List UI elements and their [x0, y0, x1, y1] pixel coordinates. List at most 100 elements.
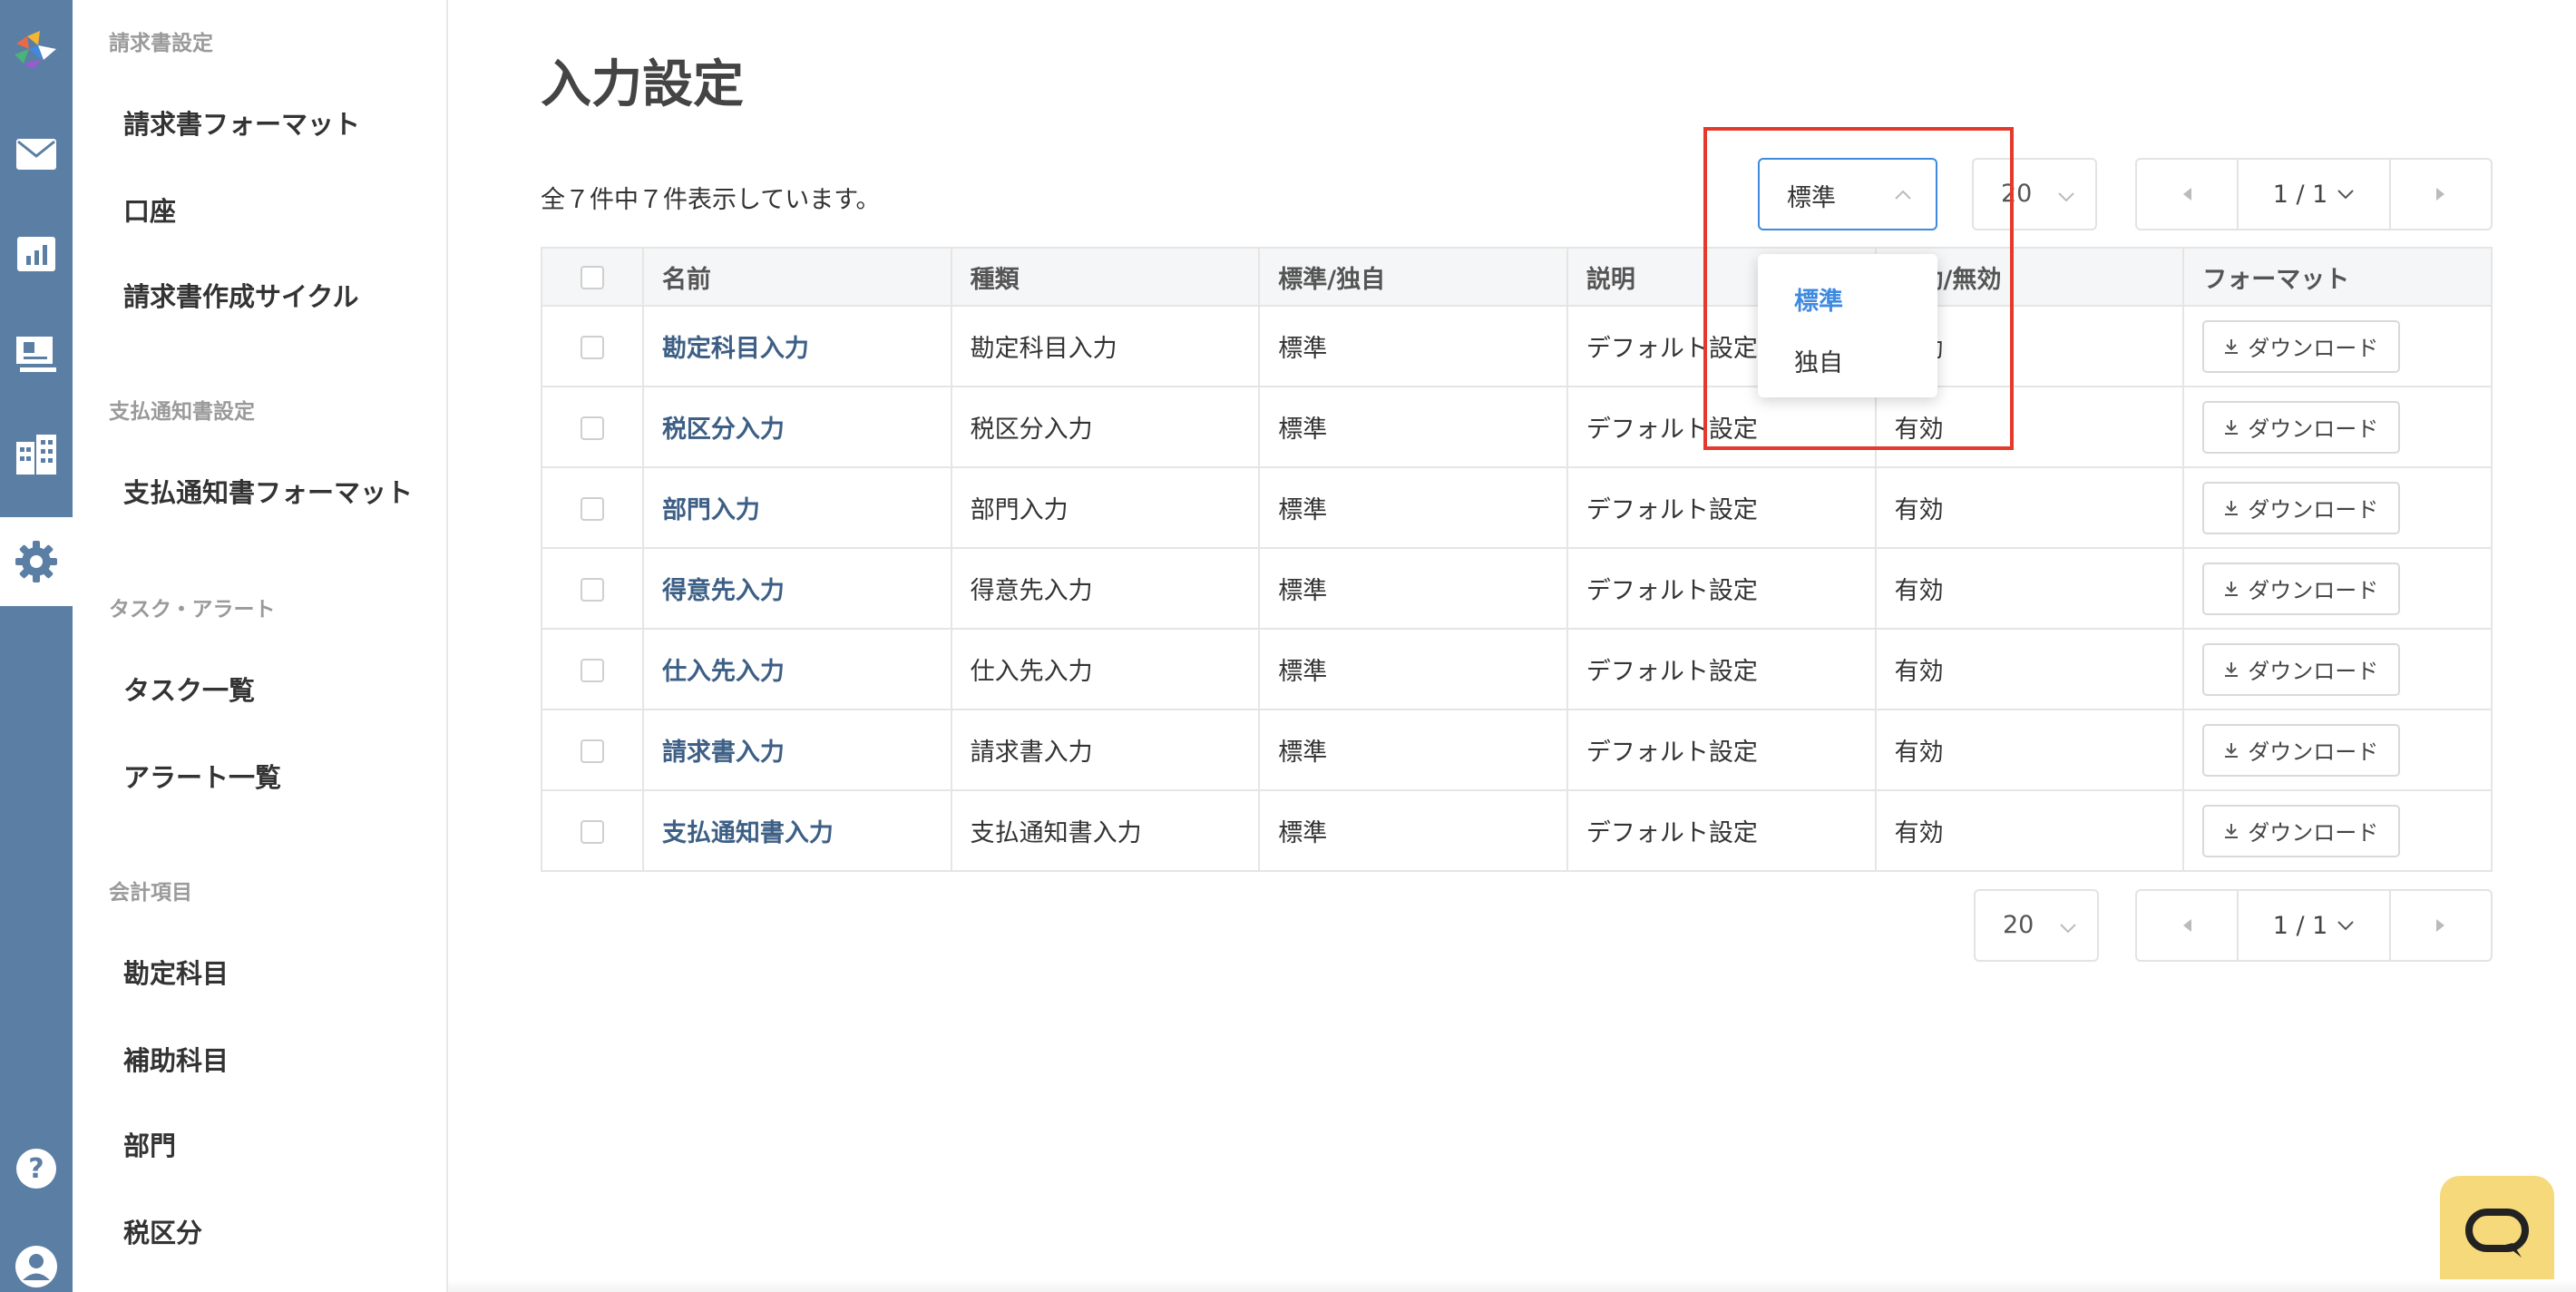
page-select[interactable]: 1 / 1 — [2237, 891, 2391, 960]
table-row: 支払通知書入力 支払通知書入力 標準 デフォルト設定 有効 ダウンロード — [541, 789, 2493, 872]
type-filter-value: 標準 — [1787, 184, 1836, 212]
bottom-edge — [448, 1279, 2576, 1292]
row-status: 有効 — [1874, 386, 2185, 468]
download-label: ダウンロード — [2248, 578, 2379, 603]
page-select[interactable]: 1 / 1 — [2237, 160, 2391, 229]
caret-right-icon — [2436, 919, 2444, 932]
header-select-all[interactable] — [541, 247, 644, 307]
row-checkbox-cell[interactable] — [541, 709, 644, 791]
row-status: 有効 — [1874, 709, 2185, 791]
table-header-row: 名前 種類 標準/独自 説明 有効/無効 フォーマット — [541, 247, 2493, 307]
page-size-select-top[interactable]: 20 — [1972, 158, 2097, 230]
download-button[interactable]: ダウンロード — [2202, 562, 2401, 615]
sidebar-item-account-titles[interactable]: 勘定科目 — [123, 953, 229, 991]
sidebar-item-departments[interactable]: 部門 — [123, 1125, 176, 1163]
user-icon[interactable] — [0, 1230, 73, 1292]
help-icon[interactable]: ? — [0, 1132, 73, 1205]
row-checkbox[interactable] — [580, 496, 604, 521]
prev-page-button[interactable] — [2137, 891, 2237, 960]
table-row: 税区分入力 税区分入力 標準 デフォルト設定 有効 ダウンロード — [541, 386, 2493, 468]
prev-page-button[interactable] — [2137, 160, 2237, 229]
caret-left-icon — [2183, 919, 2191, 932]
sidebar-item-invoice-cycle[interactable]: 請求書作成サイクル — [123, 276, 359, 314]
download-button[interactable]: ダウンロード — [2202, 804, 2401, 857]
header-name: 名前 — [641, 247, 952, 307]
sidebar-item-tax-categories[interactable]: 税区分 — [123, 1212, 202, 1250]
sidebar-item-invoice-format[interactable]: 請求書フォーマット — [123, 103, 360, 142]
row-name-link[interactable]: 部門入力 — [641, 466, 952, 549]
row-checkbox-cell[interactable] — [541, 466, 644, 549]
app-logo[interactable] — [0, 13, 73, 85]
header-format: フォーマット — [2182, 247, 2493, 307]
download-button[interactable]: ダウンロード — [2202, 642, 2401, 696]
gear-icon[interactable] — [0, 517, 73, 606]
header-type: 種類 — [950, 247, 1261, 307]
row-checkbox[interactable] — [580, 658, 604, 682]
building-icon[interactable] — [0, 417, 73, 490]
row-type: 部門入力 — [950, 466, 1261, 549]
row-type: 仕入先入力 — [950, 628, 1261, 710]
row-checkbox[interactable] — [580, 739, 604, 763]
chevron-down-icon — [2337, 190, 2355, 200]
download-icon — [2225, 419, 2239, 435]
row-status: 有効 — [1874, 547, 2185, 630]
row-checkbox[interactable] — [580, 416, 604, 440]
row-name-link[interactable]: 得意先入力 — [641, 547, 952, 630]
row-checkbox[interactable] — [580, 577, 604, 602]
download-icon — [2225, 338, 2239, 354]
header-standard-custom: 標準/独自 — [1258, 247, 1568, 307]
sidebar-item-alert-list[interactable]: アラート一覧 — [123, 757, 281, 795]
page-indicator: 1 / 1 — [2272, 180, 2328, 209]
row-checkbox-cell[interactable] — [541, 789, 644, 872]
select-all-checkbox[interactable] — [580, 266, 604, 289]
sidebar-item-payment-notice-format[interactable]: 支払通知書フォーマット — [123, 472, 413, 510]
row-checkbox-cell[interactable] — [541, 305, 644, 387]
download-label: ダウンロード — [2248, 416, 2379, 442]
document-icon[interactable] — [0, 318, 73, 390]
download-label: ダウンロード — [2248, 497, 2379, 523]
row-name-link[interactable]: 仕入先入力 — [641, 628, 952, 710]
next-page-button[interactable] — [2391, 160, 2491, 229]
row-checkbox[interactable] — [580, 335, 604, 359]
dropdown-option-custom[interactable]: 独自 — [1794, 343, 1843, 378]
row-description: デフォルト設定 — [1566, 386, 1877, 468]
sidebar-item-task-list[interactable]: タスク一覧 — [123, 670, 255, 708]
sidebar-item-sub-accounts[interactable]: 補助科目 — [123, 1040, 229, 1078]
row-name-link[interactable]: 請求書入力 — [641, 709, 952, 791]
row-standard-custom: 標準 — [1258, 305, 1568, 387]
row-standard-custom: 標準 — [1258, 789, 1568, 872]
download-button[interactable]: ダウンロード — [2202, 319, 2401, 373]
chart-icon[interactable] — [0, 218, 73, 290]
chevron-down-icon — [2057, 189, 2075, 206]
row-name-link[interactable]: 税区分入力 — [641, 386, 952, 468]
row-format-cell: ダウンロード — [2182, 628, 2493, 710]
row-name-link[interactable]: 勘定科目入力 — [641, 305, 952, 387]
page-size-select-bottom[interactable]: 20 — [1974, 889, 2099, 962]
row-checkbox-cell[interactable] — [541, 547, 644, 630]
row-description: デフォルト設定 — [1566, 628, 1877, 710]
icon-rail: ? — [0, 0, 73, 1292]
download-button[interactable]: ダウンロード — [2202, 400, 2401, 454]
download-button[interactable]: ダウンロード — [2202, 723, 2401, 777]
pagination-bottom: 1 / 1 — [2135, 889, 2493, 962]
row-status: 有効 — [1874, 628, 2185, 710]
row-standard-custom: 標準 — [1258, 466, 1568, 549]
row-checkbox-cell[interactable] — [541, 628, 644, 710]
row-checkbox-cell[interactable] — [541, 386, 644, 468]
chevron-up-icon — [1894, 187, 1912, 204]
row-format-cell: ダウンロード — [2182, 305, 2493, 387]
next-page-button[interactable] — [2391, 891, 2491, 960]
type-filter-select[interactable]: 標準 — [1758, 158, 1937, 230]
row-format-cell: ダウンロード — [2182, 386, 2493, 468]
download-button[interactable]: ダウンロード — [2202, 481, 2401, 534]
table-row: 仕入先入力 仕入先入力 標準 デフォルト設定 有効 ダウンロード — [541, 628, 2493, 710]
row-standard-custom: 標準 — [1258, 709, 1568, 791]
sidebar-item-account[interactable]: 口座 — [123, 191, 176, 229]
row-type: 支払通知書入力 — [950, 789, 1261, 872]
dropdown-option-standard[interactable]: 標準 — [1794, 281, 1843, 317]
mail-icon[interactable] — [0, 118, 73, 191]
section-title-invoice-settings: 請求書設定 — [109, 32, 213, 55]
chat-widget-button[interactable] — [2440, 1176, 2554, 1292]
row-checkbox[interactable] — [580, 819, 604, 844]
row-name-link[interactable]: 支払通知書入力 — [641, 789, 952, 872]
